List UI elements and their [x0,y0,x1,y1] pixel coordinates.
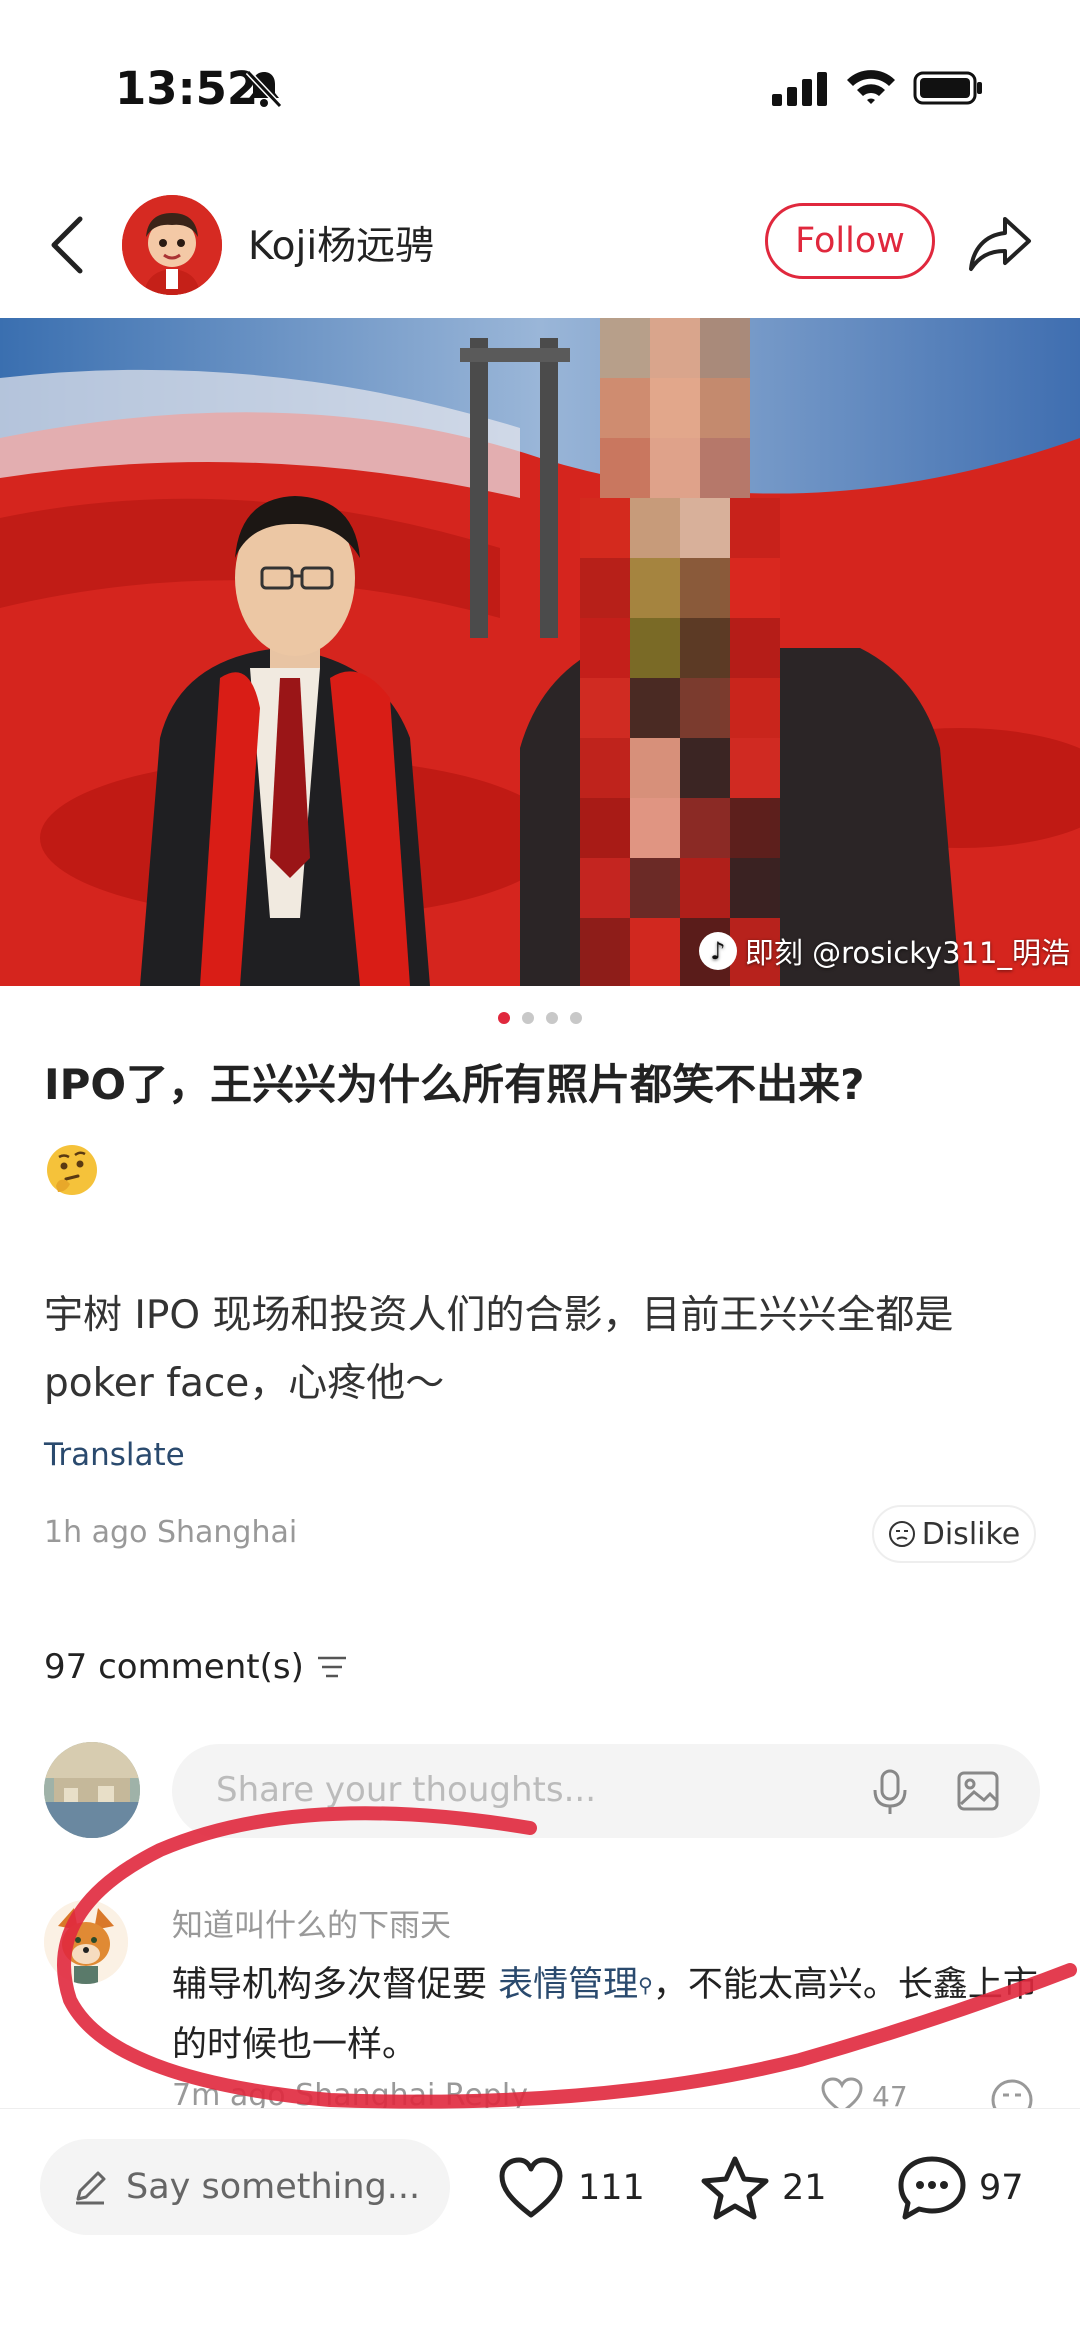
keyword-link[interactable]: 表情管理 [498,1965,638,2005]
my-avatar [44,1742,140,1838]
dislike-label: Dislike [921,1516,1021,1552]
like-count: 111 [578,2168,645,2208]
comment-button[interactable]: 97 [897,2155,1024,2221]
status-time: 13:52 [115,62,259,115]
heart-icon [499,2157,563,2218]
watermark-text: 即刻 @rosicky311_明浩 [744,936,1070,970]
status-bar: 13:52 [0,0,1080,180]
comment-count: 97 [979,2168,1024,2208]
star-icon [701,2156,769,2220]
comment-text-part: 辅导机构多次督促要 [172,1965,499,2005]
like-button[interactable]: 111 [496,2155,645,2221]
post-meta: 1h ago Shanghai [44,1515,298,1550]
comments-header[interactable]: 97 comment(s) [44,1647,348,1687]
wifi-icon [847,70,895,104]
comment-input[interactable]: Share your thoughts... [172,1744,1040,1838]
translate-link[interactable]: Translate [44,1437,185,1473]
page-dot[interactable] [498,1012,510,1024]
say-something-input[interactable]: Say something... [40,2139,450,2235]
bottom-action-bar: Say something... 111 21 97 [0,2108,1080,2348]
comments-count: 97 comment(s) [44,1647,304,1687]
comment-text: 辅导机构多次督促要 表情管理⚲，不能太高兴。长鑫上市的时候也一样。 [172,1955,1042,2075]
comment-bubble-icon [898,2156,966,2220]
comment-input-placeholder: Share your thoughts... [216,1770,597,1810]
commenter-name[interactable]: 知道叫什么的下雨天 [172,1900,451,1945]
microphone-icon[interactable] [870,1768,910,1816]
image-pagination [0,1012,1080,1024]
page-dot[interactable] [570,1012,582,1024]
dislike-face-icon [888,1521,915,1547]
bell-off-icon [245,69,283,109]
commenter-avatar[interactable] [44,1900,128,1984]
follow-button[interactable]: Follow [765,203,935,279]
say-something-placeholder: Say something... [126,2167,421,2207]
post-title: IPO了，王兴兴为什么所有照片都笑不出来? [44,1060,865,1109]
jike-logo-icon: ♪ [698,932,737,970]
signal-icon [772,72,827,106]
battery-icon [913,71,982,105]
sort-icon[interactable] [316,1654,348,1680]
post-photo[interactable]: ♪ 即刻 @rosicky311_明浩 [0,318,1080,986]
favorite-button[interactable]: 21 [700,2155,827,2221]
share-icon[interactable] [965,211,1035,277]
image-icon[interactable] [956,1770,1000,1812]
author-name[interactable]: Koji杨远骋 [248,215,434,271]
post-body: 宇树 IPO 现场和投资人们的合影，目前王兴兴全都是poker face，心疼他… [44,1293,954,1406]
photo-watermark: ♪ 即刻 @rosicky311_明浩 [698,930,1070,972]
search-icon: ⚲ [638,1973,653,1997]
page-dot[interactable] [546,1012,558,1024]
pencil-icon [76,2171,106,2205]
dislike-button[interactable]: Dislike [872,1505,1036,1563]
photo-image [0,318,1080,986]
author-avatar[interactable] [122,195,222,295]
favorite-count: 21 [782,2168,827,2208]
thinking-face-icon [47,1145,97,1195]
post-header: Koji杨远骋 Follow [0,185,1080,305]
back-arrow-icon[interactable] [40,213,94,277]
page-dot[interactable] [522,1012,534,1024]
